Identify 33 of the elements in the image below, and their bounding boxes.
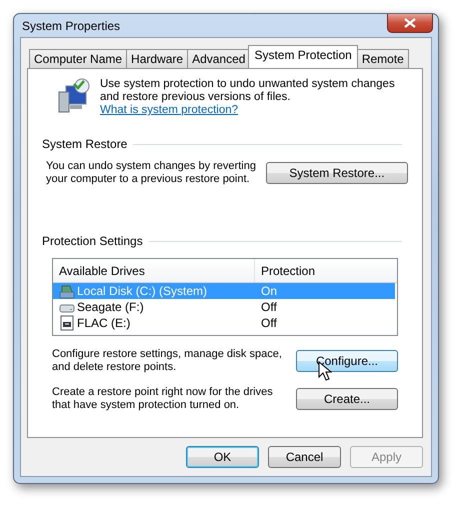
tab[interactable]: Computer Name <box>29 49 128 68</box>
drive-row[interactable]: FLAC (E:) Off <box>53 315 397 331</box>
protection-status: Off <box>261 316 277 330</box>
description-text: Create a restore point right now for the drives that have system protection turned on. <box>52 386 274 412</box>
drive-icon <box>59 283 75 299</box>
description-text: Use system protection to undo unwanted system changes and restore previous versions of files. What is system protection? <box>100 78 396 117</box>
description-text: You can undo system changes by reverting your computer to a previous restore point. <box>46 160 257 186</box>
button[interactable]: OK <box>186 446 259 468</box>
close-icon <box>404 18 416 28</box>
button[interactable]: Cancel <box>268 446 341 468</box>
button[interactable]: Create... <box>296 388 398 410</box>
drive-name: FLAC (E:) <box>77 316 130 330</box>
button[interactable]: System Restore... <box>266 162 408 184</box>
tab[interactable]: Hardware <box>126 49 188 68</box>
column-header[interactable]: Protection <box>255 259 397 282</box>
section-heading: System Restore <box>42 137 128 151</box>
drive-name: Seagate (F:) <box>77 300 144 314</box>
window-title: System Properties <box>21 18 120 32</box>
section-heading: Protection Settings <box>42 234 143 248</box>
drive-row[interactable]: Seagate (F:) Off <box>53 299 397 315</box>
drive-name: Local Disk (C:) (System) <box>77 284 208 298</box>
tab[interactable]: Remote <box>356 49 409 68</box>
close-button[interactable] <box>387 14 433 33</box>
description-text: Configure restore settings, manage disk space, and delete restore points. <box>52 348 283 374</box>
help-link[interactable]: What is system protection? <box>100 104 238 116</box>
column-header[interactable]: Available Drives <box>53 259 255 282</box>
protection-status: On <box>261 284 278 298</box>
drive-icon <box>59 315 75 331</box>
tab[interactable]: Advanced <box>187 49 250 68</box>
computer-restore-icon <box>56 78 90 114</box>
button[interactable]: Configure... <box>296 350 398 372</box>
tab[interactable]: System Protection <box>248 45 358 68</box>
protection-status: Off <box>261 300 277 314</box>
